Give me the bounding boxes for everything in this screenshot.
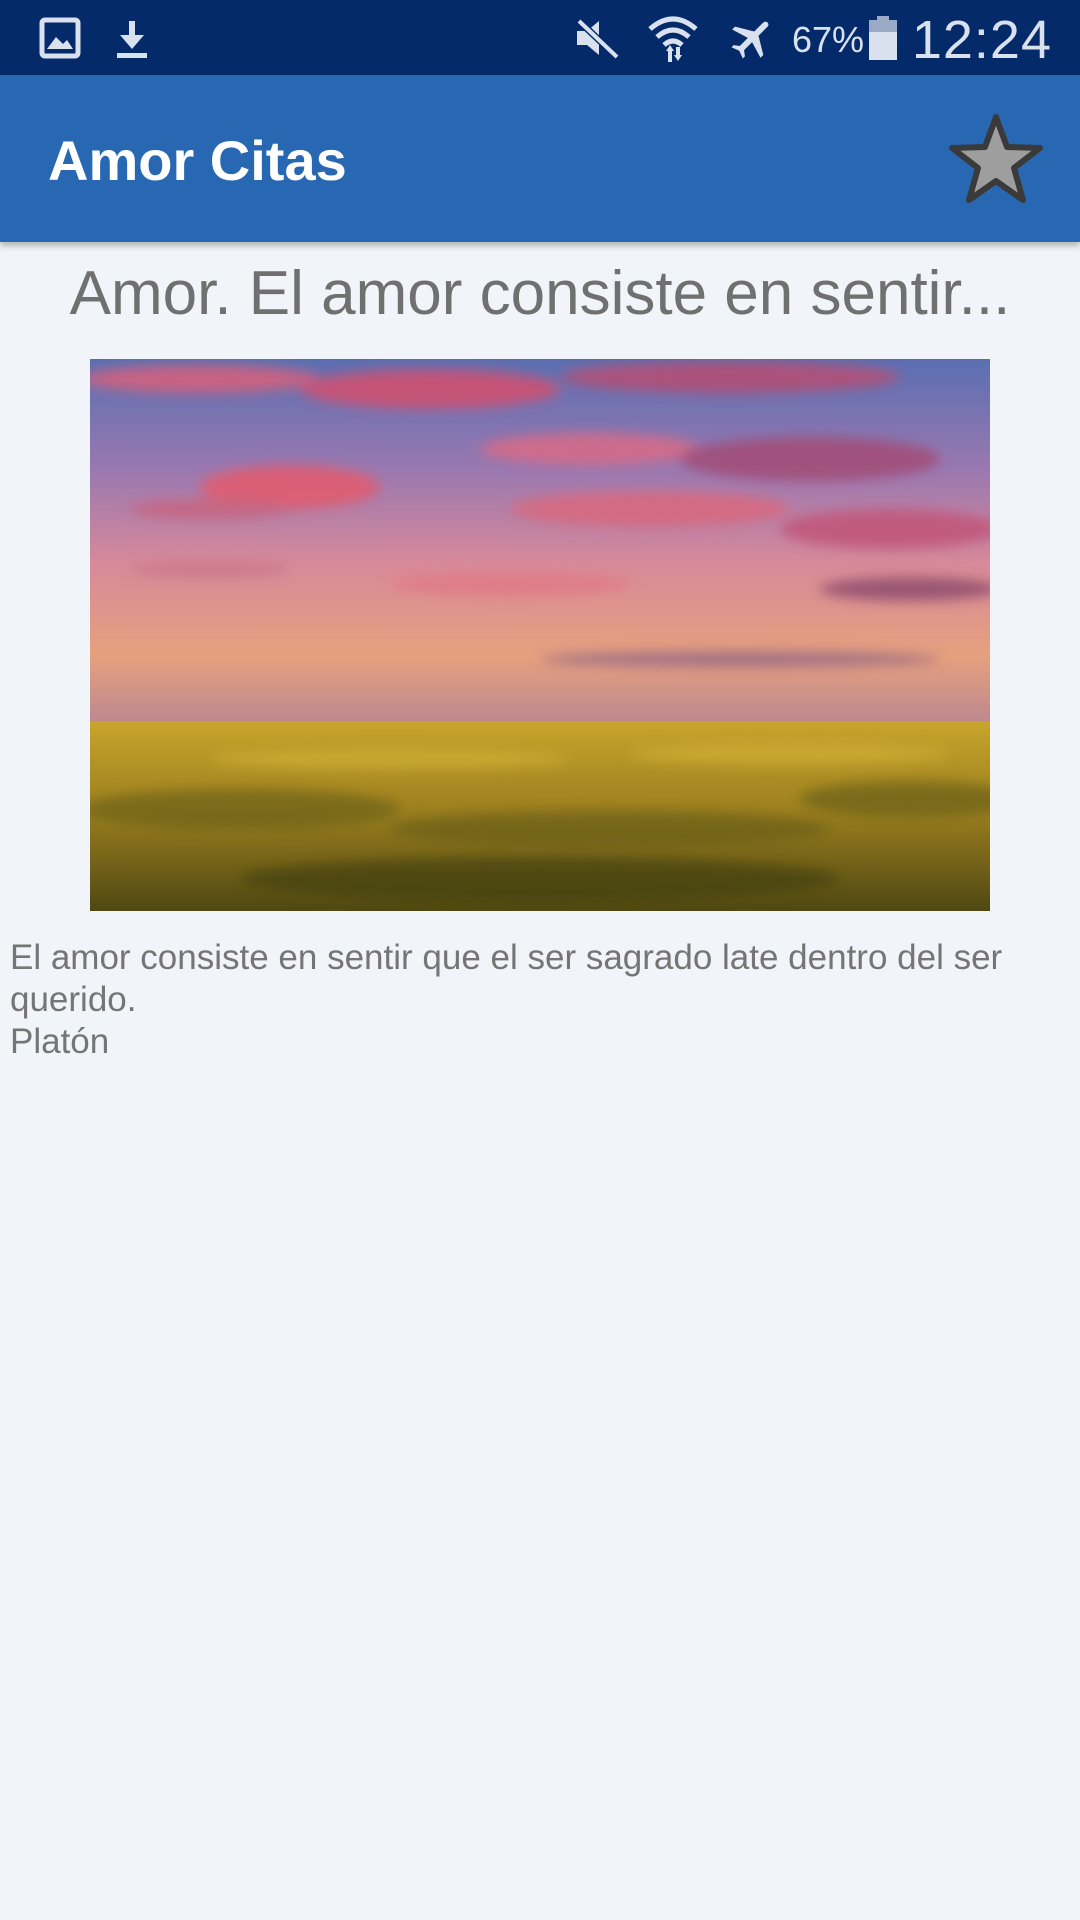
quote-title: Amor. El amor consiste en sentir... bbox=[69, 259, 1011, 328]
airplane-mode-icon bbox=[726, 0, 778, 75]
status-bar: 67% 12:24 bbox=[0, 0, 1080, 75]
quote-text: El amor consiste en sentir que el ser sa… bbox=[10, 938, 1003, 1019]
wifi-icon bbox=[644, 0, 702, 75]
battery-icon bbox=[866, 0, 900, 75]
sunset-field-image bbox=[90, 359, 990, 911]
app-title: Amor Citas bbox=[48, 129, 347, 192]
clock: 12:24 bbox=[911, 10, 1052, 70]
favorite-button[interactable] bbox=[944, 109, 1048, 209]
star-icon bbox=[949, 114, 1043, 203]
quote-author: Platón bbox=[10, 1022, 110, 1061]
battery-percent: 67% bbox=[792, 19, 865, 60]
image-notification-icon bbox=[36, 0, 84, 75]
mute-icon bbox=[572, 0, 622, 75]
download-icon bbox=[108, 0, 156, 75]
app-bar: Amor Citas bbox=[0, 75, 1080, 242]
